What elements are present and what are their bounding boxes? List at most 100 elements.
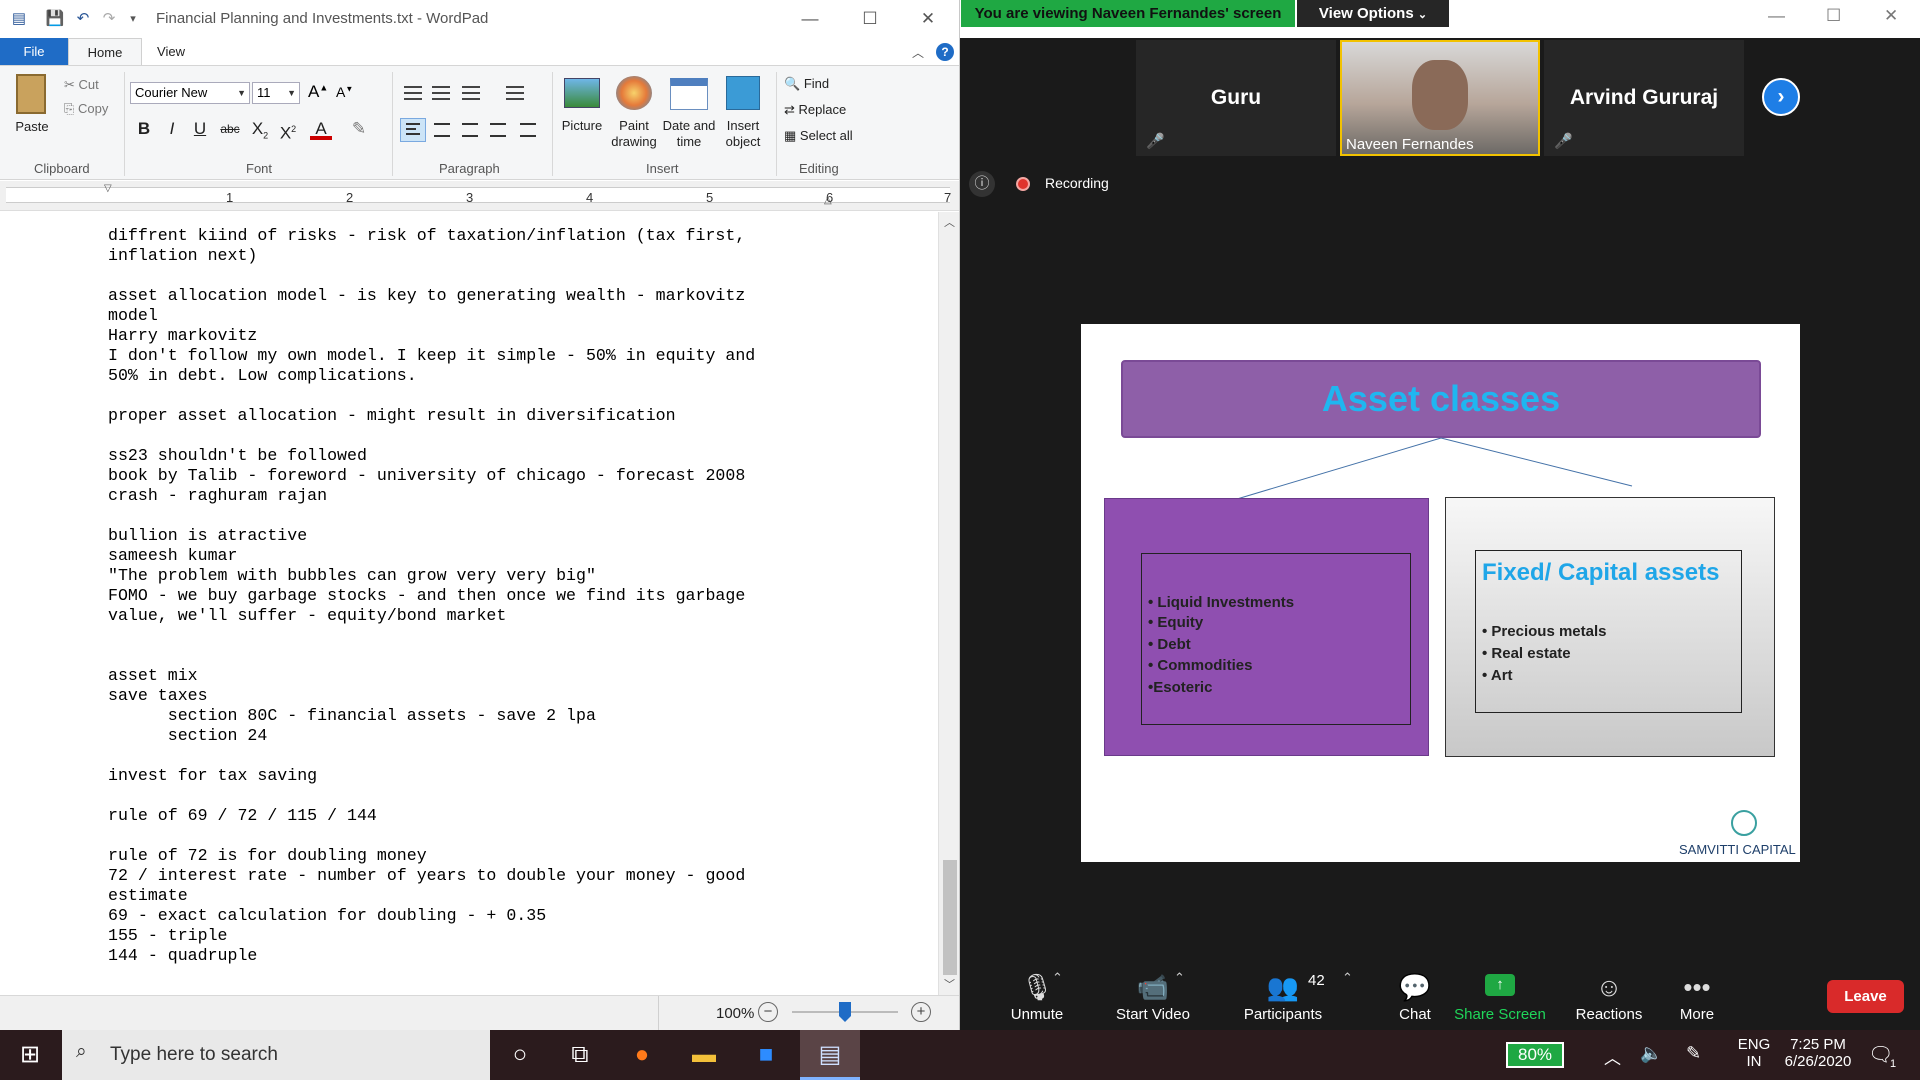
show-hidden-icons-icon[interactable]: ︿ bbox=[1604, 1044, 1621, 1069]
participant-tile[interactable]: Arvind Gururaj 🎤 bbox=[1544, 40, 1744, 156]
document-line[interactable]: crash - raghuram rajan bbox=[108, 486, 755, 506]
bold-icon[interactable]: B bbox=[133, 118, 155, 140]
paint-drawing-icon[interactable] bbox=[616, 76, 652, 110]
document-area[interactable]: diffrent kiind of risks - risk of taxati… bbox=[0, 212, 940, 995]
document-line[interactable] bbox=[108, 826, 755, 846]
document-line[interactable]: estimate bbox=[108, 886, 755, 906]
document-line[interactable]: ss23 shouldn't be followed bbox=[108, 446, 755, 466]
document-line[interactable]: inflation next) bbox=[108, 246, 755, 266]
windows-start-icon[interactable]: ⊞ bbox=[0, 1030, 60, 1080]
document-line[interactable]: FOMO - we buy garbage stocks - and then … bbox=[108, 586, 755, 606]
document-line[interactable]: "The problem with bubbles can grow very … bbox=[108, 566, 755, 586]
help-icon[interactable]: ? bbox=[936, 43, 954, 61]
document-line[interactable]: Harry markovitz bbox=[108, 326, 755, 346]
font-family-select[interactable]: Courier New ▼ bbox=[130, 82, 250, 104]
document-line[interactable]: value, we'll suffer - equity/bond market bbox=[108, 606, 755, 626]
document-line[interactable] bbox=[108, 746, 755, 766]
picture-button[interactable]: Picture bbox=[556, 118, 608, 134]
language-indicator[interactable]: ENG IN bbox=[1734, 1036, 1774, 1070]
collapse-ribbon-icon[interactable]: ︿ bbox=[912, 44, 924, 61]
align-right-button[interactable] bbox=[462, 123, 478, 137]
document-line[interactable]: sameesh kumar bbox=[108, 546, 755, 566]
paragraph-settings-button[interactable] bbox=[520, 123, 536, 137]
taskbar-search-box[interactable]: ⌕ Type here to search bbox=[62, 1030, 490, 1080]
document-line[interactable]: 144 - quadruple bbox=[108, 946, 755, 966]
document-line[interactable]: 69 - exact calculation for doubling - + … bbox=[108, 906, 755, 926]
participant-tile[interactable]: Guru 🎤 bbox=[1136, 40, 1336, 156]
zoom-close-button[interactable]: ✕ bbox=[1884, 6, 1898, 26]
wordpad-app-icon[interactable]: ▤ bbox=[8, 9, 30, 29]
document-line[interactable]: 72 / interest rate - number of years to … bbox=[108, 866, 755, 886]
zoom-minimize-button[interactable]: — bbox=[1768, 6, 1785, 26]
tab-file[interactable]: File bbox=[0, 38, 68, 66]
scroll-thumb[interactable] bbox=[943, 860, 957, 975]
document-line[interactable] bbox=[108, 786, 755, 806]
document-line[interactable]: model bbox=[108, 306, 755, 326]
zoom-out-icon[interactable]: − bbox=[758, 1002, 778, 1022]
redo-icon[interactable]: ↷ bbox=[98, 9, 120, 29]
scroll-down-icon[interactable]: ﹀ bbox=[944, 976, 955, 992]
scroll-up-icon[interactable]: ︿ bbox=[944, 214, 955, 230]
document-line[interactable] bbox=[108, 646, 755, 666]
document-line[interactable]: section 24 bbox=[108, 726, 755, 746]
volume-icon[interactable]: 🔈 bbox=[1640, 1043, 1662, 1064]
cortana-icon[interactable]: ○ bbox=[490, 1030, 550, 1080]
unmute-button[interactable]: Unmute bbox=[982, 1006, 1092, 1023]
replace-button[interactable]: ⇄ Replace bbox=[784, 102, 846, 118]
document-line[interactable] bbox=[108, 426, 755, 446]
document-line[interactable]: proper asset allocation - might result i… bbox=[108, 406, 755, 426]
task-view-icon[interactable]: ⧉ bbox=[550, 1030, 610, 1080]
close-button[interactable]: ✕ bbox=[908, 5, 948, 33]
paste-icon[interactable] bbox=[16, 74, 46, 114]
battery-indicator[interactable]: 80% bbox=[1506, 1042, 1564, 1068]
more-button[interactable]: More bbox=[1642, 1006, 1752, 1023]
zoom-slider-thumb[interactable] bbox=[839, 1002, 851, 1022]
zoom-in-icon[interactable]: + bbox=[911, 1002, 931, 1022]
shrink-font-icon[interactable]: A▼ bbox=[336, 84, 353, 100]
find-button[interactable]: 🔍 Find bbox=[784, 76, 829, 92]
share-screen-button[interactable]: Share Screen bbox=[1445, 1006, 1555, 1023]
vertical-scrollbar[interactable]: ︿ ﹀ bbox=[938, 212, 959, 995]
pen-workspace-icon[interactable]: ✎ bbox=[1686, 1043, 1701, 1064]
highlight-icon[interactable]: ✎ bbox=[348, 118, 370, 140]
document-line[interactable]: rule of 69 / 72 / 115 / 144 bbox=[108, 806, 755, 826]
info-icon[interactable]: ⓘ bbox=[969, 171, 995, 197]
right-indent-marker[interactable]: △ bbox=[824, 195, 832, 206]
insert-object-icon[interactable] bbox=[726, 76, 760, 110]
zoom-app-icon[interactable]: ■ bbox=[736, 1030, 796, 1080]
text-color-icon[interactable]: A bbox=[310, 118, 332, 140]
share-screen-icon[interactable]: ↑ bbox=[1485, 974, 1515, 996]
picture-icon[interactable] bbox=[564, 78, 600, 108]
document-line[interactable]: asset allocation model - is key to gener… bbox=[108, 286, 755, 306]
video-options-chevron-icon[interactable]: ⌃ bbox=[1174, 970, 1185, 986]
document-line[interactable] bbox=[108, 626, 755, 646]
date-time-icon[interactable] bbox=[670, 78, 708, 110]
ruler[interactable]: 1 2 3 4 5 6 7 ▽ △ bbox=[0, 181, 959, 211]
chat-icon[interactable]: 💬 bbox=[1360, 972, 1470, 1003]
document-line[interactable] bbox=[108, 386, 755, 406]
italic-icon[interactable]: I bbox=[161, 118, 183, 140]
document-line[interactable]: rule of 72 is for doubling money bbox=[108, 846, 755, 866]
file-explorer-icon[interactable]: ▬ bbox=[674, 1030, 734, 1080]
align-left-button[interactable] bbox=[400, 118, 426, 142]
document-line[interactable]: section 80C - financial assets - save 2 … bbox=[108, 706, 755, 726]
muted-microphone-icon[interactable]: 🎙 bbox=[982, 972, 1092, 1003]
participants-chevron-icon[interactable]: ⌃ bbox=[1342, 970, 1353, 986]
paint-drawing-button[interactable]: Paint drawing bbox=[606, 118, 662, 150]
document-line[interactable]: book by Talib - foreword - university of… bbox=[108, 466, 755, 486]
maximize-button[interactable]: ☐ bbox=[850, 5, 890, 33]
tab-home[interactable]: Home bbox=[68, 38, 142, 66]
start-video-button[interactable]: Start Video bbox=[1098, 1006, 1208, 1023]
customize-quick-access-icon[interactable]: ▾ bbox=[122, 9, 144, 29]
minimize-button[interactable]: — bbox=[790, 5, 830, 33]
document-line[interactable]: bullion is atractive bbox=[108, 526, 755, 546]
date-time-button[interactable]: Date and time bbox=[660, 118, 718, 150]
copy-button[interactable]: ⎘ Copy bbox=[64, 101, 108, 117]
strikethrough-icon[interactable]: abc bbox=[219, 118, 241, 140]
justify-button[interactable] bbox=[490, 123, 506, 137]
document-line[interactable]: 155 - triple bbox=[108, 926, 755, 946]
grow-font-icon[interactable]: A▲ bbox=[308, 82, 328, 102]
document-text[interactable]: diffrent kiind of risks - risk of taxati… bbox=[108, 226, 755, 966]
left-indent-marker[interactable]: ▽ bbox=[104, 183, 112, 194]
align-center-button[interactable] bbox=[434, 123, 450, 137]
